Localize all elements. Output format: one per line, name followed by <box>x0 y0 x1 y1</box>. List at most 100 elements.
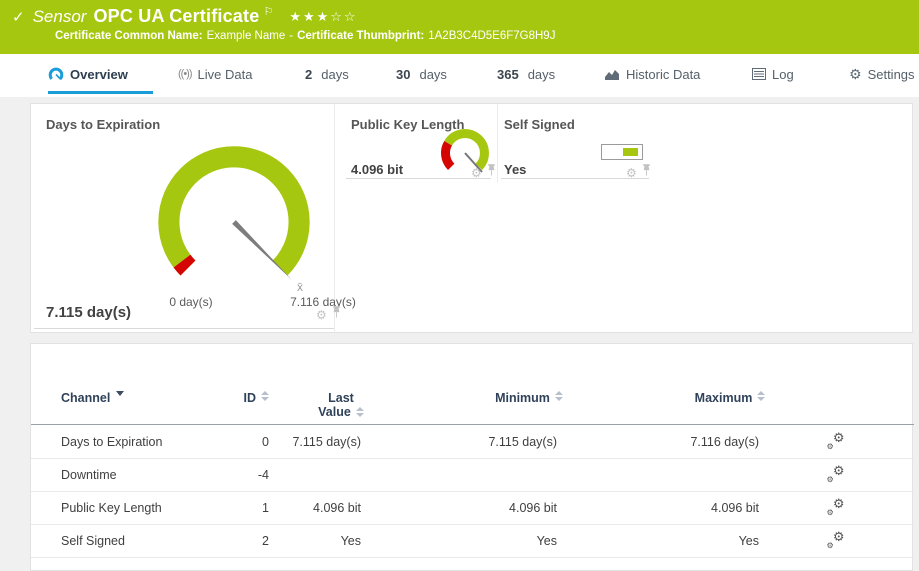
self-signed-indicator-knob <box>623 148 638 156</box>
sort-icon[interactable] <box>261 391 269 401</box>
channel-name: Public Key Length <box>61 491 241 524</box>
channel-settings-button[interactable]: ⚙⚙ <box>824 524 848 557</box>
column-header-value-label: Value <box>318 405 351 419</box>
table-row: Days to Expiration 0 7.115 day(s) 7.115 … <box>31 425 914 459</box>
tab-live-data[interactable]: ((•)) Live Data <box>178 54 252 94</box>
gear-icon: ⚙ <box>833 464 845 477</box>
column-header-channel-label: Channel <box>61 391 110 405</box>
gauge-title-days-to-expiration: Days to Expiration <box>46 117 160 132</box>
mean-marker: x̄ <box>297 280 303 294</box>
channel-last-value: 7.115 day(s) <box>271 425 361 458</box>
column-header-channel[interactable]: Channel <box>61 388 241 424</box>
sensor-title-row: ✓ Sensor OPC UA Certificate ⚐ ★★★☆☆ <box>12 6 358 30</box>
column-header-minimum[interactable]: Minimum <box>481 388 577 424</box>
column-header-last-value[interactable]: Last Value <box>301 388 381 427</box>
sort-icon[interactable] <box>356 407 364 417</box>
channel-minimum <box>461 458 557 491</box>
panel-underline <box>501 178 649 179</box>
gauge-value-days-to-expiration: 7.115 day(s) <box>46 304 131 321</box>
status-check-icon: ✓ <box>12 8 25 26</box>
gauge-settings-icon[interactable]: ⚙ <box>316 309 327 321</box>
tab-30-days-num: 30 <box>396 67 410 82</box>
table-row: Public Key Length 1 4.096 bit 4.096 bit … <box>31 491 914 525</box>
tab-30-days-label: days <box>419 67 446 82</box>
column-header-id[interactable]: ID <box>221 388 269 424</box>
priority-stars[interactable]: ★★★☆☆ <box>289 9 357 25</box>
gauge-tab-icon <box>48 67 64 82</box>
gauge-pin-icon[interactable] <box>487 164 496 182</box>
public-key-length-gauge <box>435 127 495 192</box>
tab-2-days-num: 2 <box>305 67 312 82</box>
channel-minimum: 7.115 day(s) <box>461 425 557 458</box>
flag-icon[interactable]: ⚐ <box>263 5 273 18</box>
gauge-value-self-signed: Yes <box>504 162 526 177</box>
gear-icon: ⚙ <box>827 476 834 484</box>
tab-log[interactable]: Log <box>752 54 794 94</box>
meta-label-common-name: Certificate Common Name: <box>55 30 203 42</box>
panel-underline <box>34 328 334 329</box>
tab-365-days[interactable]: 365 days <box>497 54 555 94</box>
tab-overview-label: Overview <box>70 67 128 82</box>
tab-historic-data[interactable]: Historic Data <box>604 54 700 94</box>
channel-maximum <box>661 458 759 491</box>
tab-2-days[interactable]: 2 days <box>305 54 349 94</box>
channel-settings-button[interactable]: ⚙⚙ <box>824 458 848 491</box>
gauge-actions: ⚙ <box>626 164 651 182</box>
gauge-pin-icon[interactable] <box>332 306 341 324</box>
sensor-title: OPC UA Certificate <box>93 6 259 27</box>
gauge-pin-icon[interactable] <box>642 164 651 182</box>
channel-minimum: 4.096 bit <box>461 491 557 524</box>
days-to-expiration-gauge <box>146 134 322 315</box>
column-header-minimum-label: Minimum <box>495 391 550 405</box>
sensor-kicker: Sensor <box>33 7 87 27</box>
log-icon <box>752 68 766 80</box>
self-signed-indicator <box>601 144 643 160</box>
tab-30-days[interactable]: 30 days <box>396 54 447 94</box>
tab-overview[interactable]: Overview <box>48 54 128 94</box>
chevron-down-icon[interactable] <box>116 391 124 396</box>
gauge-title-self-signed: Self Signed <box>504 117 575 132</box>
table-row: Self Signed 2 Yes Yes Yes ⚙⚙ <box>31 524 914 558</box>
column-header-maximum[interactable]: Maximum <box>681 388 779 424</box>
channel-id: 2 <box>221 524 269 557</box>
channel-maximum: Yes <box>661 524 759 557</box>
column-header-maximum-label: Maximum <box>695 391 753 405</box>
tab-log-label: Log <box>772 67 794 82</box>
sensor-meta: Certificate Common Name: Example Name-Cer… <box>55 30 559 42</box>
stars-filled[interactable]: ★★★ <box>289 9 330 24</box>
settings-gear-icon: ⚙ <box>849 66 862 83</box>
gear-icon: ⚙ <box>833 530 845 543</box>
channel-name: Days to Expiration <box>61 425 241 458</box>
tab-historic-data-label: Historic Data <box>626 67 700 82</box>
channel-settings-button[interactable]: ⚙⚙ <box>824 425 848 458</box>
channel-table-card: Channel ID Last Value Minimum Maximum Da… <box>30 343 913 571</box>
table-row: Downtime -4 ⚙⚙ <box>31 458 914 492</box>
gauges-card: Days to Expiration x̄ 0 day(s) 7.116 day… <box>30 103 913 333</box>
channel-last-value: Yes <box>271 524 361 557</box>
channel-last-value <box>271 458 361 491</box>
sort-icon[interactable] <box>555 391 563 401</box>
meta-value-thumbprint: 1A2B3C4D5E6F7G8H9J <box>428 30 555 42</box>
historic-data-icon <box>604 68 620 81</box>
gauge-min-label: 0 day(s) <box>151 295 231 309</box>
tab-2-days-label: days <box>321 67 348 82</box>
channel-last-value: 4.096 bit <box>271 491 361 524</box>
panel-underline <box>346 178 491 179</box>
gear-icon: ⚙ <box>833 431 845 444</box>
meta-label-thumbprint: Certificate Thumbprint: <box>297 30 424 42</box>
meta-value-common-name: Example Name <box>207 30 286 42</box>
tab-365-days-label: days <box>528 67 555 82</box>
tab-live-data-label: Live Data <box>198 67 253 82</box>
channel-id: 1 <box>221 491 269 524</box>
sort-icon[interactable] <box>757 391 765 401</box>
tab-365-days-num: 365 <box>497 67 519 82</box>
live-data-icon: ((•)) <box>178 68 192 80</box>
tab-settings[interactable]: ⚙ Settings <box>849 54 915 94</box>
channel-settings-button[interactable]: ⚙⚙ <box>824 491 848 524</box>
meta-separator: - <box>289 30 293 42</box>
table-header-row: Channel ID Last Value Minimum Maximum <box>31 388 914 425</box>
active-tab-underline <box>48 91 153 94</box>
stars-empty[interactable]: ☆☆ <box>330 9 357 24</box>
column-header-id-label: ID <box>244 391 257 405</box>
channel-minimum: Yes <box>461 524 557 557</box>
